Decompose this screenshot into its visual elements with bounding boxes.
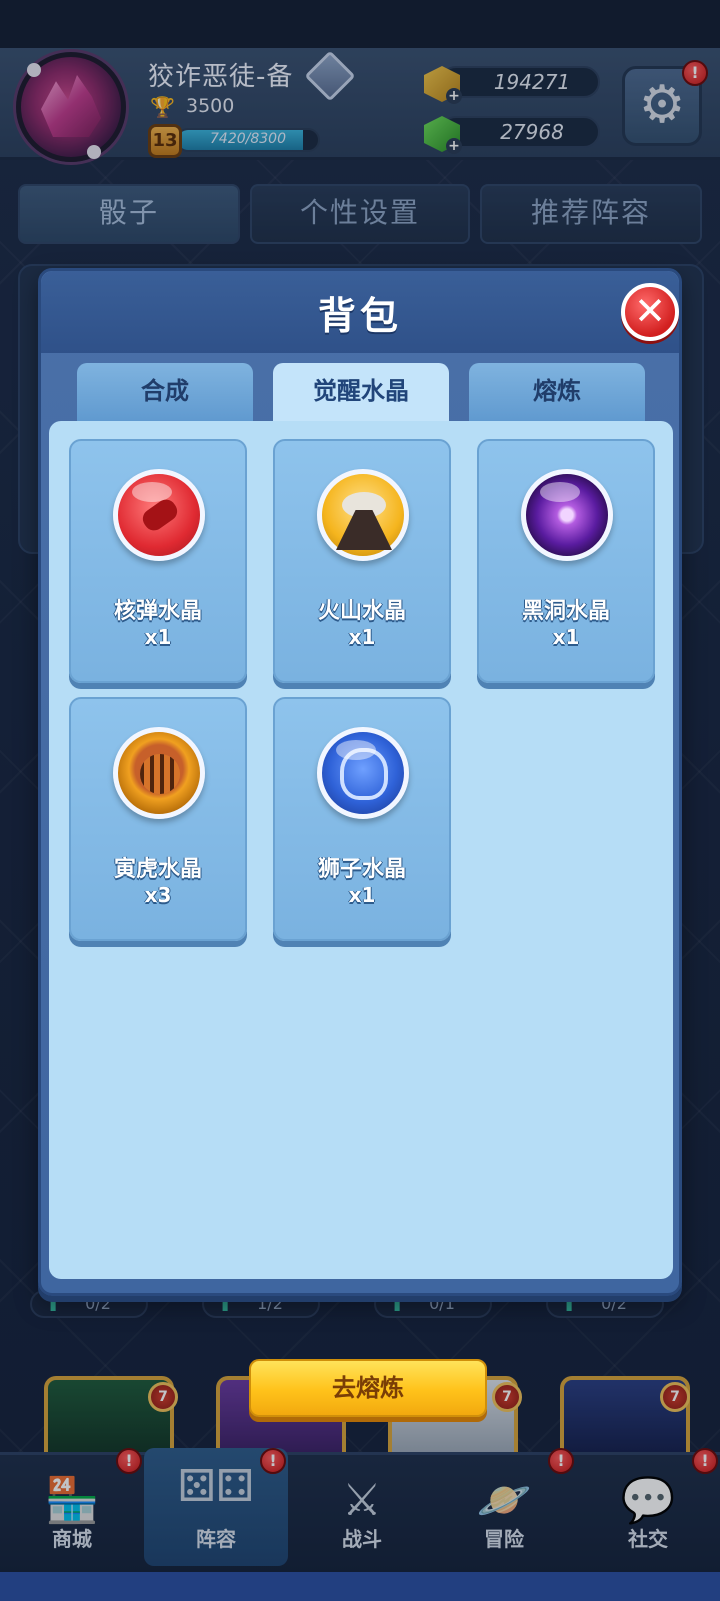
- inventory-item[interactable]: 黑洞水晶 x1: [477, 439, 655, 683]
- inventory-grid: 核弹水晶 x1 火山水晶 x1 黑洞水晶 x1 寅虎水晶 x3 狮子水晶 x1 …: [49, 421, 673, 1417]
- modal-title: 背包: [317, 294, 402, 338]
- tab-smelt[interactable]: 熔炼: [469, 363, 645, 423]
- item-name: 黑洞水晶: [521, 599, 610, 624]
- inventory-item[interactable]: 火山水晶 x1: [273, 439, 451, 683]
- item-count: x3: [144, 883, 172, 907]
- backpack-modal: 背包 ✕ 合成 觉醒水晶 熔炼 核弹水晶 x1 火山水晶 x1 黑洞水晶 x1 …: [38, 268, 682, 1417]
- item-name: 寅虎水晶: [113, 857, 202, 882]
- item-count: x1: [348, 625, 376, 649]
- close-icon: ✕: [634, 289, 666, 333]
- go-smelt-button[interactable]: 去熔炼: [249, 1359, 487, 1417]
- inventory-item[interactable]: 核弹水晶 x1: [69, 439, 247, 683]
- item-count: x1: [348, 883, 376, 907]
- lion-crystal-icon: [317, 727, 409, 819]
- item-name: 核弹水晶: [113, 599, 202, 624]
- inventory-item[interactable]: 寅虎水晶 x3: [69, 697, 247, 941]
- blackhole-crystal-icon: [521, 469, 613, 561]
- item-name: 狮子水晶: [317, 857, 406, 882]
- tab-awaken-crystal[interactable]: 觉醒水晶: [273, 363, 449, 425]
- item-count: x1: [144, 625, 172, 649]
- nuke-crystal-icon: [113, 469, 205, 561]
- close-button[interactable]: ✕: [621, 283, 679, 341]
- volcano-crystal-icon: [317, 469, 409, 561]
- item-count: x1: [552, 625, 580, 649]
- tab-synthesis[interactable]: 合成: [77, 363, 253, 423]
- tiger-crystal-icon: [113, 727, 205, 819]
- item-name: 火山水晶: [317, 599, 406, 624]
- inventory-item[interactable]: 狮子水晶 x1: [273, 697, 451, 941]
- modal-header: 背包: [41, 271, 679, 353]
